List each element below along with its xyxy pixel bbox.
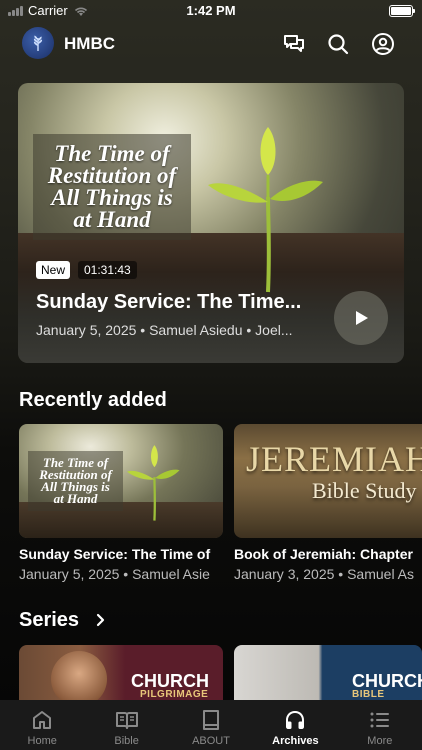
book-icon bbox=[203, 710, 220, 730]
tab-archives[interactable]: Archives bbox=[253, 700, 337, 750]
bible-icon bbox=[115, 712, 138, 729]
headphones-icon bbox=[286, 711, 305, 729]
tab-bible[interactable]: Bible bbox=[84, 700, 168, 750]
status-bar: Carrier 1:42 PM bbox=[0, 0, 422, 22]
tab-home[interactable]: Home bbox=[0, 700, 84, 750]
home-icon bbox=[33, 711, 52, 729]
sprout-artwork bbox=[127, 445, 180, 521]
series-artwork-portrait bbox=[51, 651, 107, 701]
recent-item-title: Sunday Service: The Time of bbox=[19, 546, 211, 562]
status-time: 1:42 PM bbox=[186, 3, 236, 18]
recent-item-title: Book of Jeremiah: Chapter bbox=[234, 546, 413, 562]
recent-item[interactable]: The Time of Restitution of All Things is… bbox=[19, 424, 223, 582]
tab-label: ABOUT bbox=[192, 735, 230, 747]
series-item-sublabel: PILGRIMAGE bbox=[140, 689, 209, 700]
tab-bar: Home Bible ABOUT Archives More bbox=[0, 700, 422, 750]
tab-more[interactable]: More bbox=[338, 700, 422, 750]
recently-added-heading: Recently added bbox=[19, 389, 167, 411]
chevron-right-icon[interactable] bbox=[94, 613, 106, 627]
tab-label: More bbox=[367, 735, 393, 747]
recent-item-meta: January 3, 2025 • Samuel As bbox=[234, 566, 415, 582]
app-title: HMBC bbox=[64, 34, 115, 53]
recent-item-artwork-text: The Time of Restitution of All Things is… bbox=[39, 455, 112, 506]
featured-card[interactable]: The Time of Restitution of All Things is… bbox=[18, 83, 404, 363]
new-badge: New bbox=[36, 261, 71, 279]
search-icon[interactable] bbox=[326, 32, 350, 56]
series-item[interactable]: CHURCH BIBLE STUDY bbox=[234, 645, 422, 701]
recent-item[interactable]: JEREMIAH Bible Study Book of Jeremiah: C… bbox=[234, 424, 422, 582]
series-heading[interactable]: Series bbox=[19, 609, 79, 632]
tab-about[interactable]: ABOUT bbox=[169, 700, 253, 750]
recent-item-artwork-subtitle: Bible Study bbox=[312, 478, 417, 503]
play-icon bbox=[356, 311, 368, 325]
sprout-artwork bbox=[208, 127, 323, 293]
account-icon[interactable] bbox=[371, 32, 395, 56]
duration-badge: 01:31:43 bbox=[78, 261, 137, 279]
tab-label: Archives bbox=[272, 735, 319, 747]
recent-item-thumbnail: JEREMIAH Bible Study bbox=[234, 424, 422, 538]
battery-icon bbox=[389, 5, 415, 17]
recent-item-thumbnail: The Time of Restitution of All Things is… bbox=[19, 424, 223, 538]
play-button[interactable] bbox=[334, 291, 388, 345]
featured-meta: January 5, 2025 • Samuel Asiedu • Joel..… bbox=[36, 322, 293, 338]
app-header: HMBC bbox=[0, 26, 422, 62]
wheat-icon bbox=[33, 35, 43, 51]
tab-label: Bible bbox=[114, 735, 139, 747]
series-item[interactable]: CHURCH PILGRIMAGE bbox=[19, 645, 223, 701]
menu-icon bbox=[370, 712, 389, 728]
chat-icon[interactable] bbox=[282, 32, 306, 56]
recent-item-artwork-title: JEREMIAH bbox=[246, 439, 422, 479]
recent-item-meta: January 5, 2025 • Samuel Asie bbox=[19, 566, 210, 582]
app-logo[interactable] bbox=[22, 27, 54, 59]
featured-artwork-title: The Time of Restitution of All Things is… bbox=[33, 134, 191, 240]
tab-label: Home bbox=[27, 735, 57, 747]
featured-title: Sunday Service: The Time... bbox=[36, 291, 302, 313]
